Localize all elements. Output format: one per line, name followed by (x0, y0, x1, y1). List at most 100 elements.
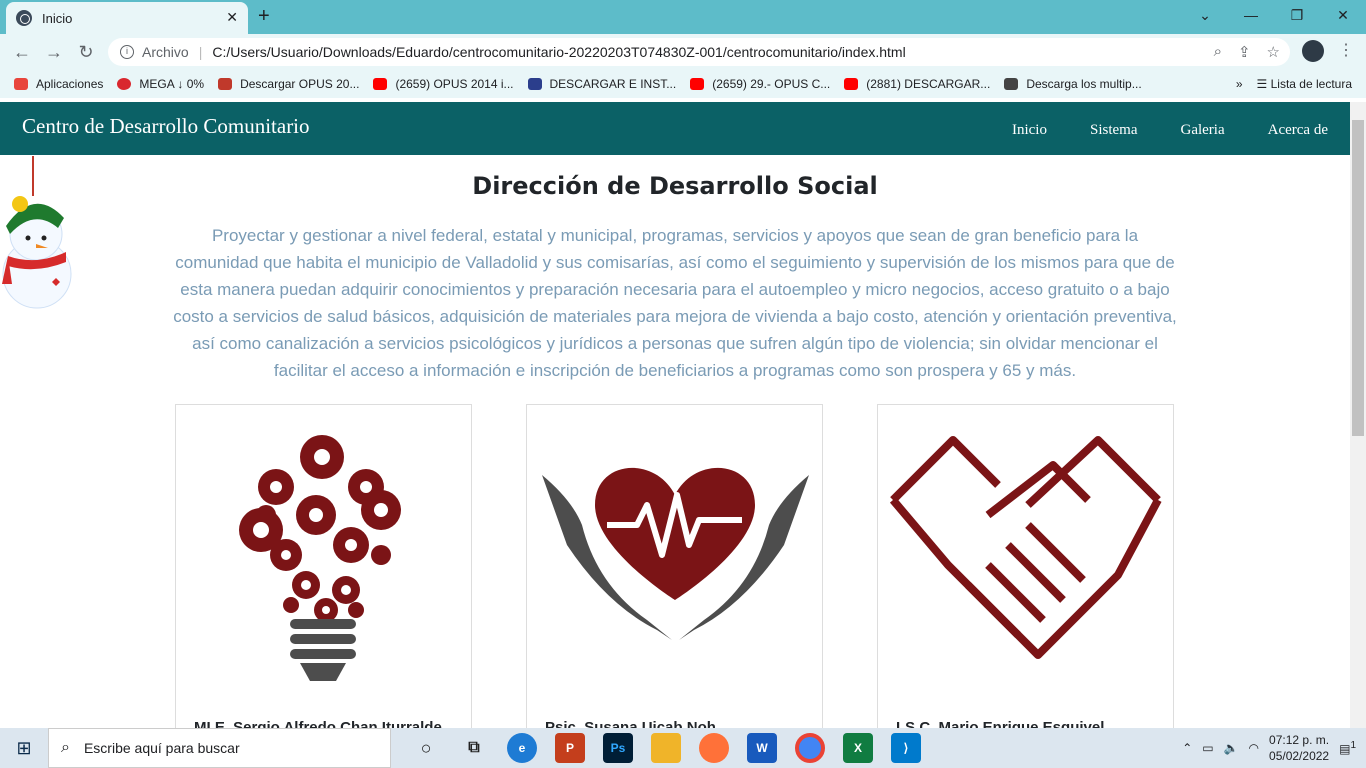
bookmark-item[interactable]: (2881) DESCARGAR... (844, 77, 990, 91)
windows-start-icon[interactable]: ⊞ (0, 738, 48, 759)
windows-taskbar: ⊞ ⌕ Escribe aquí para buscar ○ ⧉ e P Ps … (0, 728, 1366, 768)
tab-title: Inicio (42, 10, 73, 26)
nav-link-galeria[interactable]: Galeria (1180, 122, 1224, 139)
address-icons: ⌕ ⇪ ☆ (1214, 43, 1280, 61)
chrome-icon[interactable] (795, 733, 825, 763)
bookmark-label: Descargar OPUS 20... (240, 77, 360, 91)
browser-menu-icon[interactable]: ⋮ (1338, 40, 1354, 60)
site-navbar: Centro de Desarrollo Comunitario Inicio … (0, 102, 1350, 155)
taskbar-clock[interactable]: 07:12 p. m. 05/02/2022 (1269, 732, 1329, 764)
photoshop-icon[interactable]: Ps (603, 733, 633, 763)
bookmark-star-icon[interactable]: ☆ (1267, 43, 1280, 61)
new-tab-icon[interactable]: + (258, 5, 270, 28)
powerpoint-icon[interactable]: P (555, 733, 585, 763)
word-icon[interactable]: W (747, 733, 777, 763)
reload-icon[interactable]: ↻ (70, 42, 102, 63)
heart-hands-icon (542, 467, 809, 640)
opus-icon (218, 78, 233, 90)
bookmark-item[interactable]: MEGA ↓ 0% (117, 77, 204, 91)
bookmark-item[interactable]: Aplicaciones (14, 77, 103, 91)
vscode-icon[interactable]: ⟩ (891, 733, 921, 763)
handshake-icon (889, 436, 1162, 659)
bookmark-item[interactable]: Descarga los multip... (1004, 77, 1142, 91)
chevron-up-icon[interactable]: ⌃ (1182, 741, 1192, 755)
battery-icon[interactable]: ▭ (1202, 741, 1213, 755)
close-window-icon[interactable]: ✕ (1320, 0, 1366, 30)
share-icon[interactable]: ⇪ (1238, 43, 1251, 61)
bookmarks-right: » ☰ Lista de lectura (1236, 77, 1352, 91)
system-tray: ⌃ ▭ 🔈 ◠ 07:12 p. m. 05/02/2022 ▤1 (1182, 728, 1356, 768)
site-icon (527, 78, 542, 90)
reading-list-label: Lista de lectura (1270, 77, 1352, 91)
taskbar-search-placeholder: Escribe aquí para buscar (83, 740, 240, 756)
staff-card[interactable]: Psic. Susana Uicab Noh (526, 404, 823, 728)
bookmark-label: Aplicaciones (36, 77, 104, 91)
back-icon[interactable]: ← (6, 42, 38, 63)
nav-link-acerca[interactable]: Acerca de (1268, 122, 1328, 139)
address-url[interactable]: C:/Users/Usuario/Downloads/Eduardo/centr… (212, 44, 905, 60)
firefox-icon[interactable] (699, 733, 729, 763)
browser-tab[interactable]: Inicio ✕ (6, 2, 248, 34)
address-separator: | (198, 44, 203, 60)
mega-icon (117, 78, 132, 90)
bookmark-item[interactable]: (2659) OPUS 2014 i... (373, 77, 514, 91)
staff-card[interactable]: LS.C. Mario Enrique Esquivel (877, 404, 1174, 728)
taskbar-search[interactable]: ⌕ Escribe aquí para buscar (48, 728, 391, 768)
address-scheme: Archivo (142, 44, 189, 60)
browser-tab-strip: Inicio ✕ + ⌄ — ❐ ✕ (0, 0, 1366, 34)
staff-name: MI.E. Sergio Alfredo Chan Iturralde (194, 719, 442, 728)
bookmark-label: (2659) OPUS 2014 i... (395, 77, 514, 91)
browser-toolbar: ← → ↻ i Archivo | C:/Users/Usuario/Downl… (0, 34, 1366, 70)
lightbulb-gears-icon (239, 435, 401, 681)
page-content: Dirección de Desarrollo Social Proyectar… (0, 156, 1350, 728)
task-view-icon[interactable]: ⧉ (459, 733, 489, 763)
globe-icon (16, 10, 32, 26)
window-controls: ⌄ — ❐ ✕ (1182, 0, 1366, 30)
nav-link-sistema[interactable]: Sistema (1090, 122, 1138, 139)
bookmark-label: (2881) DESCARGAR... (866, 77, 991, 91)
staff-card[interactable]: MI.E. Sergio Alfredo Chan Iturralde (175, 404, 472, 728)
bookmark-item[interactable]: Descargar OPUS 20... (218, 77, 359, 91)
page-title: Dirección de Desarrollo Social (472, 172, 878, 200)
staff-name: LS.C. Mario Enrique Esquivel (896, 719, 1105, 728)
snowman-decoration-icon (2, 156, 72, 309)
download-icon (1004, 78, 1019, 90)
reading-list[interactable]: ☰ Lista de lectura (1257, 77, 1352, 91)
restore-icon[interactable]: ❐ (1274, 0, 1320, 30)
bookmark-item[interactable]: DESCARGAR E INST... (527, 77, 677, 91)
notifications-count: 1 (1350, 740, 1356, 751)
site-brand[interactable]: Centro de Desarrollo Comunitario (22, 114, 310, 139)
profile-avatar-icon[interactable] (1302, 40, 1324, 62)
file-explorer-icon[interactable] (651, 733, 681, 763)
bookmark-label: MEGA ↓ 0% (139, 77, 205, 91)
close-tab-icon[interactable]: ✕ (226, 9, 238, 26)
volume-icon[interactable]: 🔈 (1224, 741, 1239, 755)
page-description: Proyectar y gestionar a nivel federal, e… (173, 226, 1177, 380)
scrollbar-thumb[interactable] (1352, 120, 1364, 436)
youtube-icon (373, 78, 388, 90)
staff-name: Psic. Susana Uicab Noh (545, 719, 716, 728)
zoom-icon[interactable]: ⌕ (1214, 43, 1222, 61)
bookmark-label: DESCARGAR E INST... (549, 77, 677, 91)
more-bookmarks-icon[interactable]: » (1236, 77, 1243, 91)
clock-time: 07:12 p. m. (1269, 733, 1330, 747)
site-nav-links: Inicio Sistema Galeria Acerca de (1012, 122, 1328, 139)
minimize-icon[interactable]: — (1228, 0, 1274, 30)
taskbar-apps: ○ ⧉ e P Ps W X ⟩ (411, 733, 921, 763)
tab-search-icon[interactable]: ⌄ (1182, 0, 1228, 30)
notifications-icon[interactable]: ▤1 (1339, 740, 1356, 756)
nav-link-inicio[interactable]: Inicio (1012, 122, 1047, 139)
edge-icon[interactable]: e (507, 733, 537, 763)
page-scrollbar[interactable] (1350, 102, 1366, 728)
clock-date: 05/02/2022 (1269, 749, 1330, 763)
forward-icon[interactable]: → (38, 42, 70, 63)
bookmark-label: Descarga los multip... (1026, 77, 1142, 91)
bookmarks-bar: Aplicaciones MEGA ↓ 0% Descargar OPUS 20… (0, 70, 1366, 98)
address-bar[interactable]: i Archivo | C:/Users/Usuario/Downloads/E… (108, 38, 1290, 66)
bookmark-item[interactable]: (2659) 29.- OPUS C... (690, 77, 830, 91)
wifi-icon[interactable]: ◠ (1249, 741, 1259, 755)
bookmark-label: (2659) 29.- OPUS C... (712, 77, 831, 91)
excel-icon[interactable]: X (843, 733, 873, 763)
info-icon[interactable]: i (120, 45, 134, 59)
cortana-icon[interactable]: ○ (411, 733, 441, 763)
